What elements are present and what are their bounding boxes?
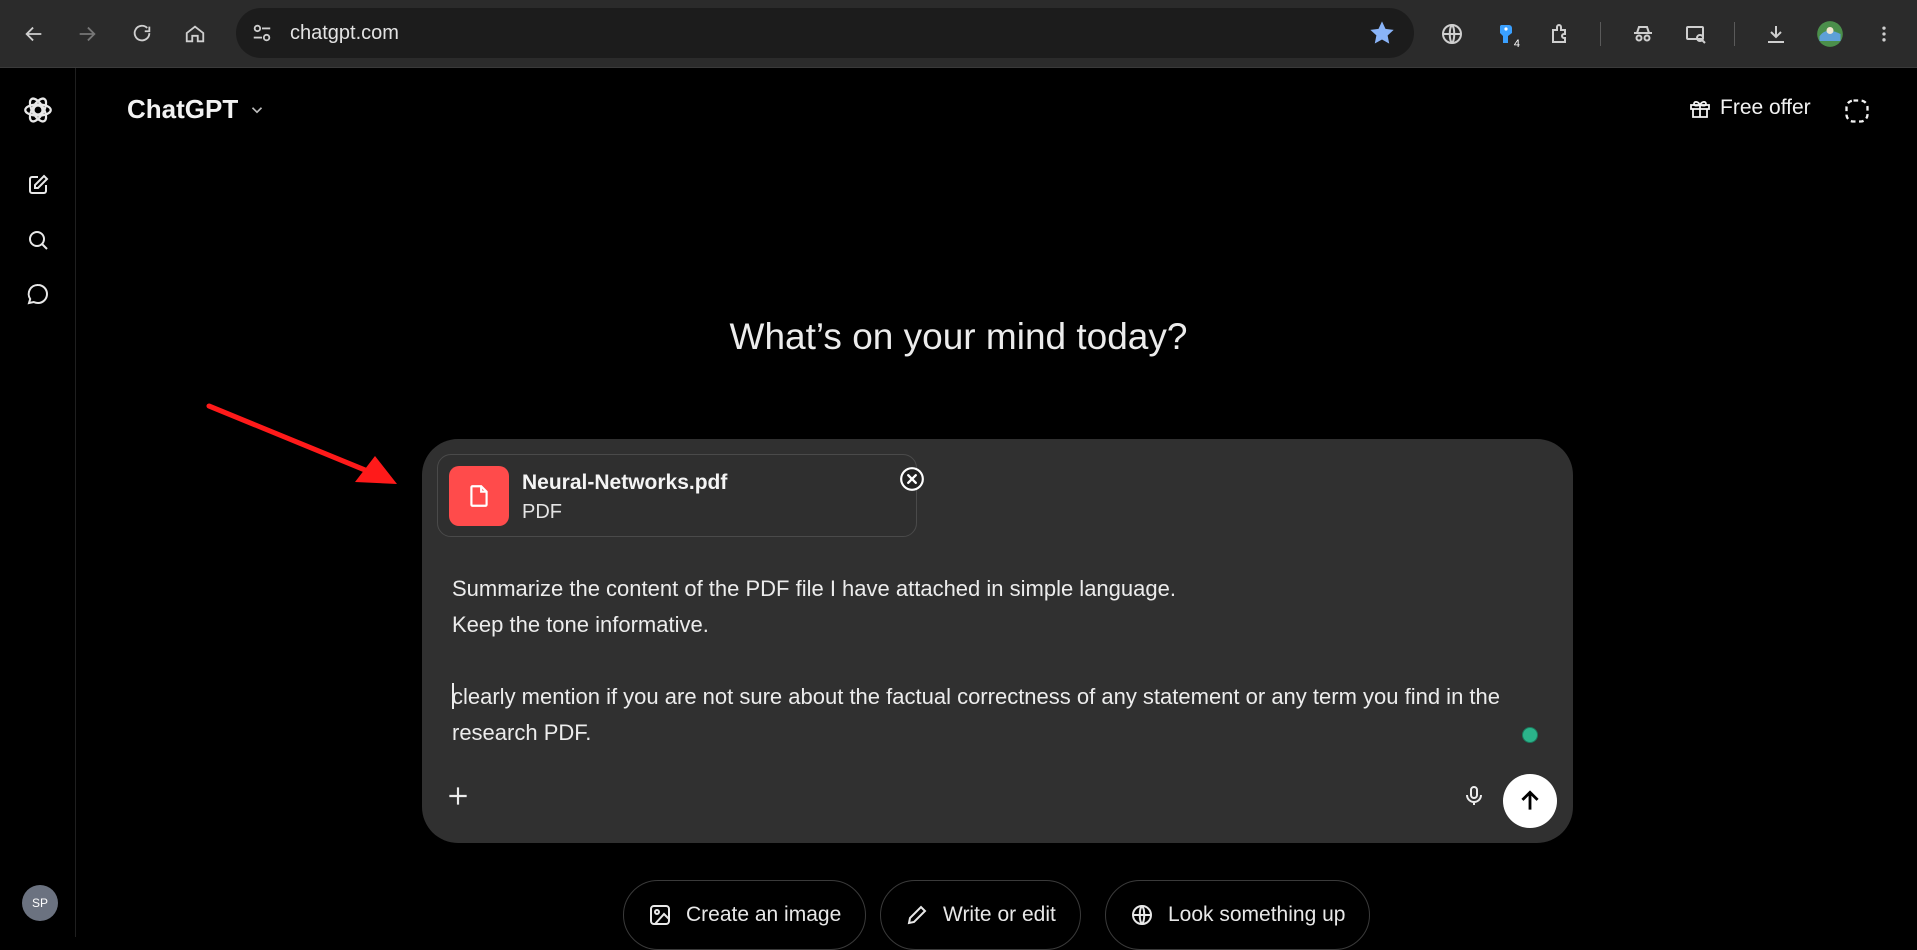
page-headline: What’s on your mind today? xyxy=(729,316,1188,357)
app-title: ChatGPT xyxy=(127,94,239,124)
extension-badge-count: 4 xyxy=(1511,38,1522,50)
bookmark-star-icon[interactable] xyxy=(1368,19,1396,52)
suggestion-write-edit[interactable]: Write or edit xyxy=(880,880,1081,950)
prompt-line: Keep the tone informative. xyxy=(452,612,709,637)
prompt-line: clearly mention if you are not sure abou… xyxy=(452,684,1500,745)
grammar-status-dot[interactable] xyxy=(1522,727,1538,743)
url-text[interactable]: chatgpt.com xyxy=(290,22,399,45)
extension-with-badge-icon[interactable]: 4 xyxy=(1488,16,1524,52)
free-offer-button[interactable]: Free offer xyxy=(1688,96,1811,120)
toolbar-divider xyxy=(1600,22,1601,46)
image-icon xyxy=(650,905,670,925)
chats-icon[interactable] xyxy=(20,276,56,312)
user-avatar[interactable]: SP xyxy=(22,885,58,921)
tab-search-icon[interactable] xyxy=(1678,16,1714,52)
gift-icon xyxy=(1690,100,1710,118)
home-button[interactable] xyxy=(177,16,213,52)
suggestion-label: Write or edit xyxy=(943,903,1056,926)
downloads-icon[interactable] xyxy=(1758,16,1794,52)
pdf-file-icon xyxy=(449,466,509,526)
search-icon[interactable] xyxy=(20,222,56,258)
annotation-arrow xyxy=(206,403,397,484)
suggestion-look-up[interactable]: Look something up xyxy=(1105,880,1371,950)
free-offer-label: Free offer xyxy=(1720,96,1811,119)
pencil-icon xyxy=(907,905,927,925)
browser-menu-icon[interactable] xyxy=(1866,16,1902,52)
browser-toolbar: chatgpt.com 4 xyxy=(0,0,1917,68)
globe-icon xyxy=(1132,905,1152,925)
chevron-down-icon xyxy=(252,106,263,113)
attachment-file-type: PDF xyxy=(522,501,562,523)
temporary-chat-icon[interactable] xyxy=(1840,94,1874,128)
dictate-button[interactable] xyxy=(1456,778,1492,814)
suggestion-create-image[interactable]: Create an image xyxy=(623,880,867,950)
arrow-up-icon xyxy=(1521,790,1539,810)
message-composer[interactable]: Neural-Networks.pdf PDF Summarize the co… xyxy=(422,439,1573,843)
incognito-icon[interactable] xyxy=(1625,16,1661,52)
address-bar[interactable]: chatgpt.com xyxy=(236,8,1414,58)
extensions-puzzle-icon[interactable] xyxy=(1543,16,1579,52)
send-button[interactable] xyxy=(1503,774,1557,828)
attachment-file-name: Neural-Networks.pdf xyxy=(522,471,728,494)
sidebar xyxy=(0,68,76,937)
microphone-icon xyxy=(1466,786,1482,805)
attachment-card[interactable]: Neural-Networks.pdf PDF xyxy=(437,454,924,537)
openai-logo-icon[interactable] xyxy=(20,92,56,128)
prompt-line: Summarize the content of the PDF file I … xyxy=(452,576,1176,601)
suggestion-label: Look something up xyxy=(1168,903,1346,926)
globe-extension-icon[interactable] xyxy=(1434,16,1470,52)
back-button[interactable] xyxy=(16,16,52,52)
forward-button[interactable] xyxy=(69,16,105,52)
model-selector[interactable]: ChatGPT xyxy=(127,94,266,125)
plus-icon xyxy=(449,787,467,805)
profile-avatar-icon[interactable] xyxy=(1812,16,1848,52)
new-chat-icon[interactable] xyxy=(20,167,56,203)
remove-attachment-icon[interactable] xyxy=(899,466,925,492)
suggestion-label: Create an image xyxy=(686,903,842,926)
toolbar-divider xyxy=(1734,22,1735,46)
prompt-textarea[interactable]: Summarize the content of the PDF file I … xyxy=(452,571,1542,751)
add-attachment-button[interactable] xyxy=(440,778,476,814)
site-settings-icon[interactable] xyxy=(250,21,274,45)
reload-button[interactable] xyxy=(124,16,160,52)
